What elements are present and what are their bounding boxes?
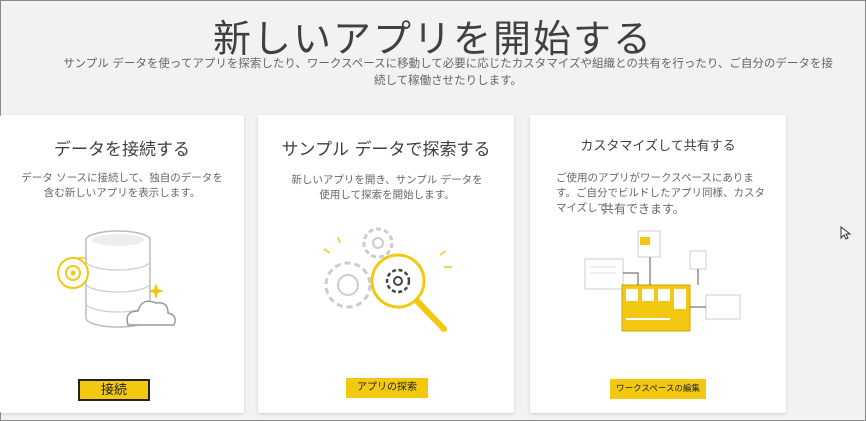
card-title: サンプル データで探索する bbox=[281, 140, 491, 160]
gears-icon bbox=[323, 227, 452, 332]
card-description: 新しいアプリを開き、サンプル データを使用して探索を開始します。 bbox=[291, 174, 483, 201]
explore-app-button[interactable]: アプリの探索 bbox=[346, 378, 428, 398]
gear-icon bbox=[57, 257, 89, 289]
card-title: カスタマイズして共有する bbox=[580, 139, 736, 154]
page-subtitle: サンプル データを使ってアプリを探索したり、ワークスペースに移動して必要に応じた… bbox=[63, 56, 833, 87]
explore-sample-card: サンプル データで探索する 新しいアプリを開き、サンプル データを使用して探索を… bbox=[258, 115, 514, 413]
card-description-end: 共有できます。 bbox=[602, 202, 685, 216]
edit-workspace-button[interactable]: ワークスペースの編集 bbox=[610, 379, 706, 399]
card-title: データを接続する bbox=[54, 140, 190, 160]
magnifier-icon bbox=[370, 253, 447, 332]
customize-share-card: カスタマイズして共有する ご使用のアプリがワークスペースにあります。ご自分でビル… bbox=[530, 115, 786, 413]
dashboard-icon bbox=[584, 230, 741, 332]
database-icon bbox=[57, 230, 176, 328]
connect-button[interactable]: 接続 bbox=[78, 379, 150, 401]
mouse-cursor-icon bbox=[840, 226, 852, 240]
card-description: データ ソースに接続して、独自のデータを含む新しいアプリを表示します。 bbox=[21, 172, 223, 199]
connect-data-card: データを接続する データ ソースに接続して、独自のデータを含む新しいアプリを表示… bbox=[0, 115, 244, 413]
